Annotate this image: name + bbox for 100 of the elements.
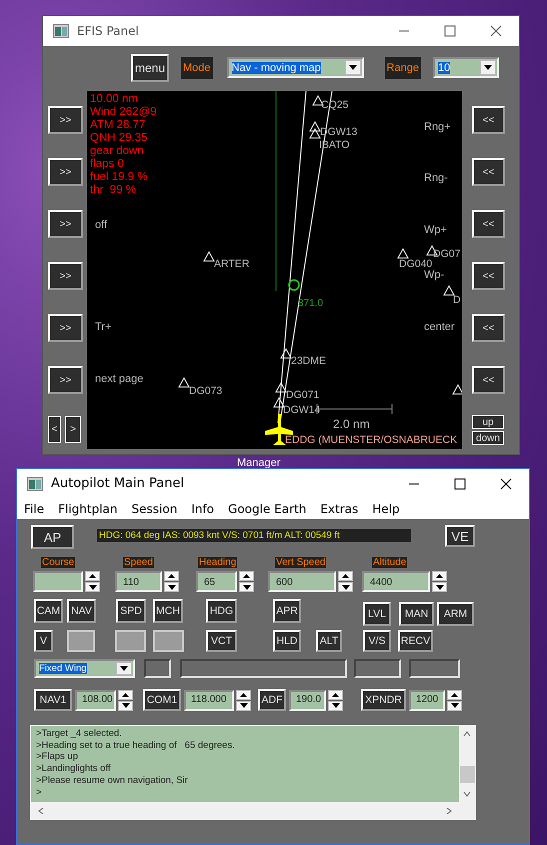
menu-button[interactable]: menu (131, 54, 169, 82)
spin-up-button[interactable] (338, 571, 353, 581)
ap-button[interactable]: AP (31, 525, 74, 549)
mode-button[interactable]: LVL (363, 602, 391, 626)
frequency-field[interactable]: 1200 (409, 690, 445, 710)
page-button[interactable]: > (65, 416, 81, 443)
page-button[interactable]: < (48, 416, 61, 443)
mode-button[interactable]: ALT (316, 630, 342, 652)
left-arrow-button[interactable]: >> (48, 158, 83, 186)
mode-button[interactable]: MCH (153, 599, 183, 623)
spin-down-button[interactable] (85, 582, 100, 592)
spin-up-button[interactable] (236, 690, 251, 700)
spin-up-button[interactable] (85, 571, 100, 581)
spin-down-button[interactable] (328, 700, 343, 710)
mode-button[interactable]: MAN (399, 602, 434, 626)
spin-down-button[interactable] (236, 700, 251, 710)
scroll-up-icon (463, 731, 471, 737)
menu-item[interactable]: Info (191, 502, 214, 516)
dropdown-arrow-icon (120, 666, 128, 671)
right-arrow-button[interactable]: << (472, 106, 505, 134)
right-arrow-button[interactable]: << (472, 158, 505, 186)
spin-up-button[interactable] (447, 690, 462, 700)
tuner-button[interactable]: ADF (258, 689, 286, 711)
mode-button[interactable]: VCT (206, 630, 237, 652)
left-arrow-button[interactable]: >> (48, 106, 83, 134)
mode-button[interactable]: HLD (273, 630, 301, 652)
setting-field[interactable] (33, 571, 83, 592)
tuner-button[interactable]: NAV1 (34, 689, 72, 711)
waypoint-icon (452, 384, 462, 394)
status-line: flaps 0 (90, 158, 125, 171)
range-dropdown[interactable]: 10 (432, 57, 499, 78)
spin-up-button[interactable] (432, 571, 447, 581)
spin-down-button[interactable] (239, 582, 254, 592)
mode-button[interactable]: ARM (437, 602, 474, 626)
setting-field[interactable]: 110 (115, 571, 162, 592)
up-arrow-icon (243, 574, 250, 578)
ve-button[interactable]: VE (445, 525, 475, 547)
mode-button[interactable]: RECV (398, 630, 433, 652)
console-line: >Please resume own navigation, Sir (36, 774, 189, 787)
mode-button[interactable]: APR (273, 599, 301, 623)
mode-dropdown[interactable]: Nav - moving map (226, 57, 364, 78)
aircraft-type-dropdown[interactable]: Fixed Wing (34, 659, 135, 678)
spin-down-button[interactable] (447, 700, 462, 710)
setting-label: Heading (198, 557, 238, 568)
up-arrow-icon (451, 692, 458, 696)
spin-down-button[interactable] (118, 700, 133, 710)
tuner-button[interactable]: XPNDR (361, 689, 406, 711)
menu-item[interactable]: Extras (320, 502, 358, 516)
spin-up-button[interactable] (328, 690, 343, 700)
mode-button[interactable]: SPD (116, 599, 146, 623)
spin-down-button[interactable] (432, 582, 447, 592)
frequency-field[interactable]: 118.000 (184, 690, 234, 710)
down-arrow-icon (342, 584, 350, 590)
menu-item[interactable]: Google Earth (228, 502, 306, 516)
status-line: Wind 262@9 (90, 106, 157, 119)
scroll-right-icon (445, 808, 453, 814)
menu-item[interactable]: Flightplan (58, 502, 118, 516)
mode-button[interactable]: HDG (206, 599, 237, 623)
empty-field[interactable] (180, 659, 347, 678)
mode-button[interactable]: NAV (67, 599, 96, 623)
menu-item[interactable]: Session (132, 502, 178, 516)
left-arrow-button[interactable]: >> (48, 210, 83, 238)
app-icon (53, 24, 69, 38)
menu-item[interactable]: File (24, 502, 44, 516)
empty-field[interactable] (409, 659, 460, 678)
console-line: >Landinglights off (36, 763, 112, 775)
waypoint-label: D (453, 294, 461, 306)
right-arrow-button[interactable]: << (472, 210, 505, 238)
setting-field[interactable]: 600 (268, 571, 336, 592)
down-arrow-icon (240, 703, 248, 708)
left-arrow-button[interactable]: >> (48, 262, 83, 290)
scale-label: 2.0 nm (333, 418, 370, 430)
scroll-button[interactable]: up (472, 415, 504, 429)
left-arrow-button[interactable]: >> (48, 314, 83, 342)
tuner-button[interactable]: COM1 (143, 689, 181, 711)
menu-item[interactable]: Help (372, 502, 400, 516)
spin-down-button[interactable] (338, 582, 353, 592)
setting-field[interactable]: 4400 (362, 571, 430, 592)
left-arrow-button[interactable]: >> (48, 366, 83, 394)
up-arrow-icon (168, 574, 175, 578)
right-arrow-button[interactable]: << (472, 314, 505, 342)
mode-button[interactable]: V (34, 630, 53, 652)
empty-field[interactable] (354, 659, 401, 678)
up-arrow-icon (332, 692, 339, 696)
mode-button[interactable]: V/S (363, 630, 391, 652)
waypoint-label: DG071 (286, 389, 320, 401)
spin-up-button[interactable] (164, 571, 179, 581)
map-option-label: off (95, 219, 108, 231)
mode-button[interactable]: CAM (34, 599, 63, 623)
right-arrow-button[interactable]: << (472, 366, 505, 394)
frequency-field[interactable]: 190.0 (289, 690, 326, 710)
empty-field[interactable] (144, 659, 171, 678)
scroll-button[interactable]: down (472, 431, 504, 445)
right-arrow-button[interactable]: << (472, 262, 505, 290)
scroll-thumb[interactable] (460, 766, 474, 782)
frequency-field[interactable]: 108.00 (75, 690, 116, 710)
spin-up-button[interactable] (118, 690, 133, 700)
spin-up-button[interactable] (239, 571, 254, 581)
spin-down-button[interactable] (164, 582, 179, 592)
setting-field[interactable]: 65 (196, 571, 237, 592)
